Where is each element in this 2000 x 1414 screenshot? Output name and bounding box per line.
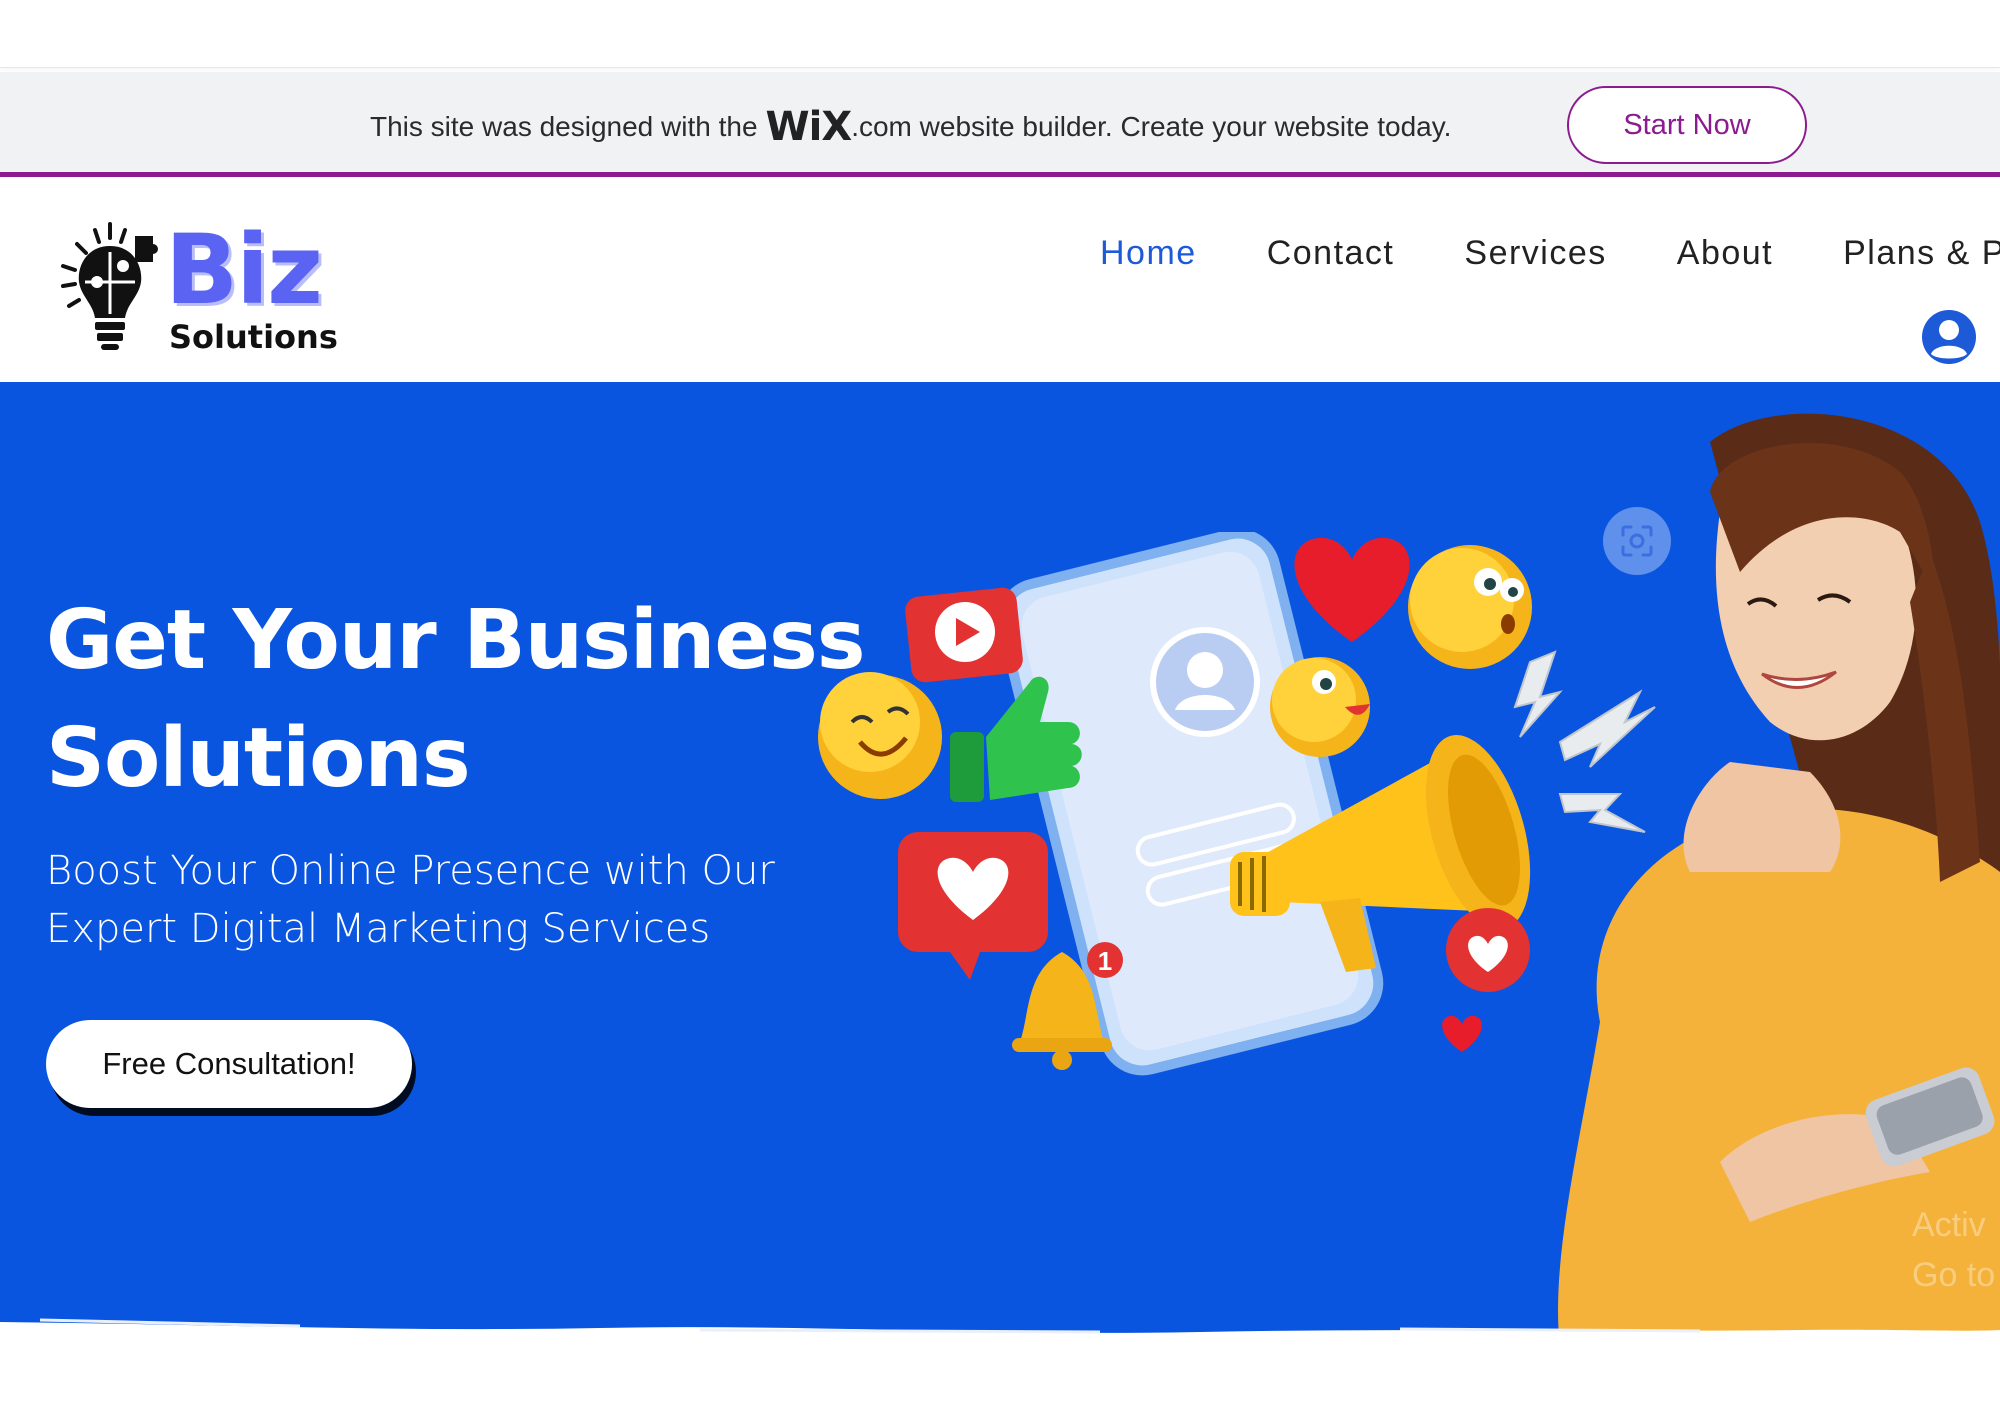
- winking-emoji-icon: [1270, 657, 1370, 757]
- lightbulb-puzzle-icon: [61, 222, 158, 350]
- browser-top-strip: [0, 0, 2000, 68]
- logo-subtitle: Solutions: [169, 318, 338, 356]
- focus-frame-icon: [1621, 525, 1653, 557]
- user-account-icon[interactable]: [1920, 308, 1978, 366]
- logo-wordmark: Biz: [165, 214, 323, 326]
- smiley-emoji-icon: [818, 672, 942, 799]
- hero-subtitle: Boost Your Online Presence with Our Expe…: [46, 848, 775, 952]
- site-header: Biz Solutions Home Contact Services Abou…: [0, 182, 2000, 382]
- zoom-image-button[interactable]: [1603, 507, 1671, 575]
- wix-logo: WiX: [765, 104, 853, 150]
- red-heart-icon: [1294, 537, 1410, 642]
- video-play-icon: [905, 587, 1023, 683]
- nav-about[interactable]: About: [1677, 234, 1773, 273]
- small-heart-icon: [1442, 1015, 1482, 1052]
- brush-stroke-divider: [0, 1318, 2000, 1347]
- wix-banner-text: This site was designed with the WiX .com…: [370, 102, 1451, 152]
- wix-banner-text-after: .com website builder. Create your websit…: [851, 111, 1452, 142]
- nav-contact[interactable]: Contact: [1267, 234, 1395, 273]
- biz-solutions-logo[interactable]: Biz Solutions: [55, 222, 345, 357]
- main-nav: Home Contact Services About Plans & P: [1100, 234, 2000, 273]
- hero-title: Get Your Business Solutions: [46, 593, 866, 806]
- start-now-button[interactable]: Start Now: [1567, 86, 1807, 164]
- windows-activation-watermark: Activ Go to: [1912, 1206, 1996, 1294]
- wix-banner-text-before: This site was designed with the: [370, 111, 758, 142]
- heart-like-bubble-icon: [898, 832, 1048, 980]
- nav-services[interactable]: Services: [1464, 234, 1606, 273]
- free-consultation-button[interactable]: Free Consultation!: [46, 1020, 412, 1108]
- notification-count: 1: [1098, 946, 1112, 976]
- surprised-emoji-icon: [1408, 545, 1532, 669]
- hero-section: Get Your Business Solutions Boost Your O…: [0, 382, 2000, 1347]
- nav-home[interactable]: Home: [1100, 234, 1197, 273]
- nav-plans[interactable]: Plans & P: [1843, 234, 2000, 273]
- heart-badge-icon: [1446, 908, 1530, 992]
